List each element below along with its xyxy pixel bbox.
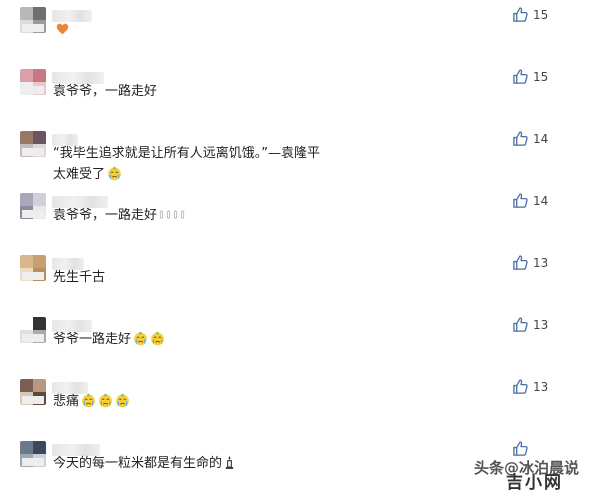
like-count: 13 [533, 256, 549, 270]
candle-icon [224, 455, 239, 470]
comment-text: 袁爷爷，一路走好 [53, 83, 157, 101]
comment-text: 今天的每一粒米都是有生命的 [53, 455, 239, 473]
comment-text: 爷爷一路走好 [53, 331, 165, 349]
comment-text-content: 悲痛 [53, 394, 80, 409]
comment-text-content: 先生千古 [53, 270, 106, 285]
folded-hands-icon [159, 207, 164, 222]
comment-list: 15 袁爷爷，一路走好 15 “我毕生追求就是让所有人远离饥饿。”—袁隆平 太难受了 14… [0, 0, 600, 492]
comment-item: 悲痛 13 [0, 372, 600, 434]
crying-face-icon [150, 331, 165, 346]
watermark-source: 头条 [474, 459, 505, 477]
comment-text-content: “我毕生追求就是让所有人远离饥饿。”—袁隆平 [53, 146, 320, 161]
comment-text-line2-content: 太难受了 [53, 167, 106, 182]
folded-hands-icon [166, 207, 171, 222]
comment-text-content: 袁爷爷，一路走好 [53, 208, 158, 223]
watermark-logo: 吉小网 [506, 473, 563, 493]
comment-text: 袁爷爷，一路走好 [53, 207, 185, 225]
comment-text: “我毕生追求就是让所有人远离饥饿。”—袁隆平 [53, 145, 320, 163]
folded-hands-icon [180, 207, 185, 222]
like-count: 14 [533, 132, 549, 146]
comment-text [53, 21, 70, 39]
comment-item: “我毕生追求就是让所有人远离饥饿。”—袁隆平 太难受了 14 [0, 124, 600, 186]
like-count: 13 [533, 318, 549, 332]
folded-hands-icon [173, 207, 178, 222]
comment-text-content: 爷爷一路走好 [53, 332, 132, 347]
comment-item: 袁爷爷，一路走好 14 [0, 186, 600, 248]
comment-text: 悲痛 [53, 393, 130, 411]
like-count: 13 [533, 380, 549, 394]
crying-face-icon [107, 166, 122, 181]
comment-item: 15 [0, 0, 600, 62]
crying-face-icon [133, 331, 148, 346]
orange-heart-icon [55, 21, 70, 36]
like-count: 15 [533, 70, 549, 84]
comment-text-line2: 太难受了 [53, 166, 122, 184]
crying-face-icon [98, 393, 113, 408]
crying-face-icon [115, 393, 130, 408]
comment-item: 先生千古 13 [0, 248, 600, 310]
comment-item: 袁爷爷，一路走好 15 [0, 62, 600, 124]
comment-text-content: 今天的每一粒米都是有生命的 [53, 456, 223, 471]
like-count: 14 [533, 194, 549, 208]
comment-text: 先生千古 [53, 269, 105, 287]
crying-face-icon [81, 393, 96, 408]
like-count: 15 [533, 8, 549, 22]
comment-item: 爷爷一路走好 13 [0, 310, 600, 372]
comment-text-content: 袁爷爷，一路走好 [53, 84, 158, 99]
